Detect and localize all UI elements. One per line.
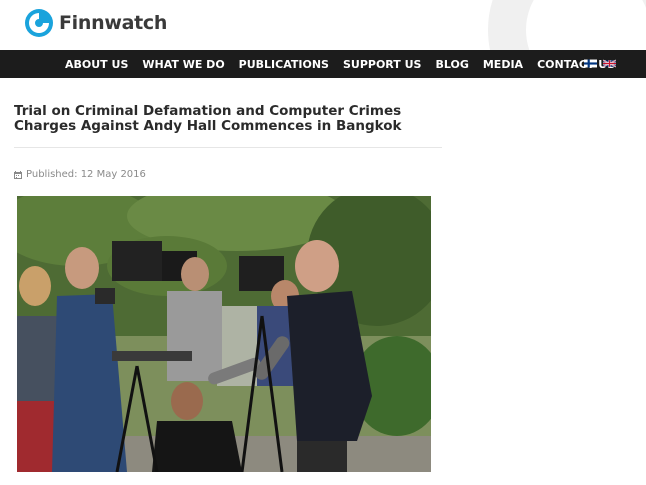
site-header: Finnwatch [0, 0, 646, 50]
nav-item-blog[interactable]: BLOG [428, 58, 475, 71]
nav-item-support-us[interactable]: SUPPORT US [336, 58, 429, 71]
decorative-circle [488, 0, 646, 50]
published-label: Published: 12 May 2016 [26, 169, 146, 180]
nav-item-about-us[interactable]: ABOUT US [58, 58, 135, 71]
nav-item-publications[interactable]: PUBLICATIONS [232, 58, 336, 71]
finnish-flag-icon[interactable] [584, 59, 597, 68]
language-switcher [584, 59, 616, 68]
finnwatch-logo-icon [25, 9, 53, 37]
article-title[interactable]: Trial on Criminal Defamation and Compute… [14, 104, 442, 134]
nav-item-media[interactable]: MEDIA [476, 58, 530, 71]
uk-flag-icon[interactable] [603, 59, 616, 68]
article-header: Trial on Criminal Defamation and Compute… [14, 104, 442, 134]
site-logo[interactable]: Finnwatch [24, 8, 167, 38]
logo-text: Finnwatch [59, 12, 168, 34]
nav-item-what-we-do[interactable]: WHAT WE DO [135, 58, 231, 71]
main-navigation: ABOUT US WHAT WE DO PUBLICATIONS SUPPORT… [0, 50, 646, 78]
calendar-icon [14, 170, 22, 179]
published-date: Published: 12 May 2016 [14, 169, 146, 180]
press-conference-photo [17, 196, 431, 472]
title-divider [14, 147, 442, 148]
